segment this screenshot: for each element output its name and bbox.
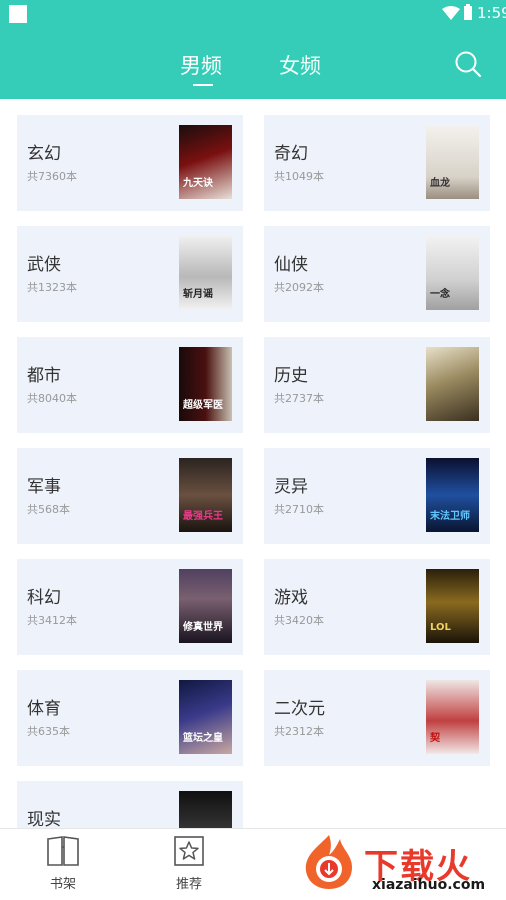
book-cover: 篮坛之皇: [179, 680, 232, 754]
book-cover: 九天诀: [179, 125, 232, 199]
category-name: 二次元: [274, 699, 325, 719]
category-count: 共7360本: [27, 170, 77, 183]
category-card-tiyu[interactable]: 体育 共635本 篮坛之皇: [17, 670, 243, 766]
category-count: 共2710本: [274, 503, 324, 516]
category-name: 仙侠: [274, 255, 308, 275]
category-card-lishi[interactable]: 历史 共2737本: [264, 337, 490, 433]
category-name: 都市: [27, 366, 61, 386]
status-bar: 1:59: [0, 0, 506, 28]
category-count: 共2312本: [274, 725, 324, 738]
category-card-qihuan[interactable]: 奇幻 共1049本 血龙: [264, 115, 490, 211]
category-card-youxi[interactable]: 游戏 共3420本 LOL: [264, 559, 490, 655]
nav-recommend[interactable]: 推荐: [159, 835, 219, 892]
notification-icon: [9, 5, 27, 23]
book-cover: LOL: [426, 569, 479, 643]
watermark: 下载火 xiazaihuo.com: [298, 831, 504, 897]
nav-label: 书架: [49, 877, 76, 892]
book-cover: 血龙: [426, 125, 479, 199]
category-card-xianxia[interactable]: 仙侠 共2092本 一念: [264, 226, 490, 322]
category-count: 共2092本: [274, 281, 324, 294]
category-card-xianshi[interactable]: 现实: [17, 781, 243, 829]
book-cover: [426, 347, 479, 421]
battery-icon: [464, 4, 472, 20]
category-name: 玄幻: [27, 144, 61, 164]
active-tab-indicator: [193, 84, 213, 86]
book-cover: 最强兵王: [179, 458, 232, 532]
category-name: 军事: [27, 477, 61, 497]
nav-label: 推荐: [175, 877, 202, 892]
category-name: 灵异: [274, 477, 308, 497]
category-count: 共635本: [27, 725, 70, 738]
category-count: 共8040本: [27, 392, 77, 405]
category-card-erciyuan[interactable]: 二次元 共2312本 契: [264, 670, 490, 766]
category-card-wuxia[interactable]: 武侠 共1323本 斩月谣: [17, 226, 243, 322]
flame-logo-icon: [305, 835, 352, 889]
category-card-lingyi[interactable]: 灵异 共2710本 末法卫师: [264, 448, 490, 544]
book-cover: 修真世界: [179, 569, 232, 643]
star-icon: [174, 836, 204, 866]
book-cover: 斩月谣: [179, 236, 232, 310]
category-count: 共568本: [27, 503, 70, 516]
category-name: 科幻: [27, 588, 61, 608]
category-count: 共3420本: [274, 614, 324, 627]
category-card-junshi[interactable]: 军事 共568本 最强兵王: [17, 448, 243, 544]
status-time: 1:59: [477, 4, 506, 22]
book-cover: 契: [426, 680, 479, 754]
book-icon: [47, 836, 79, 866]
search-icon[interactable]: [454, 50, 482, 78]
category-name: 奇幻: [274, 144, 308, 164]
category-count: 共2737本: [274, 392, 324, 405]
category-count: 共3412本: [27, 614, 77, 627]
book-cover: 超级军医: [179, 347, 232, 421]
category-grid: 玄幻 共7360本 九天诀 奇幻 共1049本 血龙 武侠 共1323本 斩月谣…: [0, 99, 506, 829]
category-name: 武侠: [27, 255, 61, 275]
tab-male[interactable]: 男频: [180, 50, 222, 80]
category-card-xuanhuan[interactable]: 玄幻 共7360本 九天诀: [17, 115, 243, 211]
category-card-dushi[interactable]: 都市 共8040本 超级军医: [17, 337, 243, 433]
category-name: 现实: [27, 810, 61, 829]
app-header: 1:59 男频 女频: [0, 0, 506, 99]
watermark-url: xiazaihuo.com: [372, 877, 486, 893]
book-cover: 末法卫师: [426, 458, 479, 532]
book-cover: 一念: [426, 236, 479, 310]
category-count: 共1049本: [274, 170, 324, 183]
category-count: 共1323本: [27, 281, 77, 294]
wifi-icon: [442, 6, 460, 20]
category-card-kehuan[interactable]: 科幻 共3412本 修真世界: [17, 559, 243, 655]
category-name: 历史: [274, 366, 308, 386]
tab-female[interactable]: 女频: [279, 50, 321, 80]
book-cover: [179, 791, 232, 829]
category-name: 游戏: [274, 588, 308, 608]
nav-bookshelf[interactable]: 书架: [33, 835, 93, 892]
category-name: 体育: [27, 699, 61, 719]
